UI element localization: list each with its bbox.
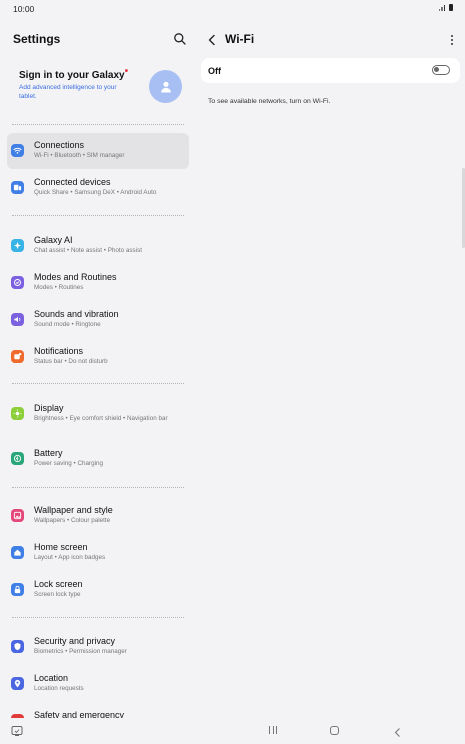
menu-item-label: Battery [34, 448, 63, 458]
menu-item-notifications[interactable]: Notifications Status bar • Do not distur… [7, 339, 189, 375]
menu-item-subtitle: Screen lock type [34, 591, 81, 598]
menu-item-subtitle: Biometrics • Permission manager [34, 648, 127, 655]
account-title: Sign in to your Galaxy• [19, 66, 129, 81]
home-screen-icon [11, 546, 24, 559]
divider [12, 124, 184, 125]
display-icon [11, 407, 24, 420]
wifi-header: Wi-Fi [206, 31, 456, 51]
menu-item-subtitle: Location requests [34, 685, 84, 692]
menu-item-subtitle: Brightness • Eye comfort shield • Naviga… [34, 415, 168, 422]
menu-item-label: Connected devices [34, 177, 111, 187]
divider [12, 487, 184, 488]
menu-item-subtitle: Modes • Routines [34, 284, 84, 291]
menu-item-subtitle: Sound mode • Ringtone [34, 321, 101, 328]
page-title: Settings [13, 32, 61, 46]
keyboard-icon [11, 726, 23, 736]
menu-item-subtitle: Layout • App icon badges [34, 554, 106, 561]
security-icon [11, 640, 24, 653]
divider [12, 617, 184, 618]
account-subtitle: Add advanced intelligence to your tablet… [19, 84, 117, 100]
menu-item-sounds-and-vibration[interactable]: Sounds and vibration Sound mode • Ringto… [7, 302, 189, 338]
status-time: 10:00 [13, 4, 35, 14]
menu-item-label: Display [34, 403, 64, 413]
menu-item-wallpaper-and-style[interactable]: Wallpaper and style Wallpapers • Colour … [7, 498, 189, 534]
menu-item-label: Lock screen [34, 579, 83, 589]
menu-item-label: Sounds and vibration [34, 309, 119, 319]
menu-item-label: Galaxy AI [34, 235, 73, 245]
keyboard-button[interactable] [11, 724, 23, 736]
wallpaper-icon [11, 509, 24, 522]
system-icons [438, 4, 453, 11]
galaxy-ai-icon [11, 239, 24, 252]
search-button[interactable] [172, 31, 188, 47]
notifications-icon [11, 350, 24, 363]
menu-item-label: Notifications [34, 346, 84, 356]
menu-item-home-screen[interactable]: Home screen Layout • App icon badges [7, 535, 189, 571]
wifi-toggle[interactable] [432, 65, 450, 75]
toggle-knob [434, 67, 439, 72]
menu-item-subtitle: Power saving • Charging [34, 460, 104, 467]
home-button[interactable] [330, 726, 339, 735]
battery-icon [11, 452, 24, 465]
wifi-state-label: Off [208, 66, 221, 76]
person-icon [160, 81, 171, 92]
menu-item-display[interactable]: Display Brightness • Eye comfort shield … [7, 396, 189, 432]
menu-item-label: Wallpaper and style [34, 505, 113, 515]
more-options-icon [451, 35, 453, 37]
nav-back-button[interactable] [393, 725, 402, 737]
menu-item-label: Safety and emergency [34, 710, 125, 718]
back-icon [394, 728, 400, 737]
menu-item-safety-and-emergency[interactable]: Safety and emergency [7, 703, 189, 718]
menu-item-location[interactable]: Location Location requests [7, 666, 189, 702]
divider [12, 215, 184, 216]
battery-status-icon [449, 4, 453, 11]
sound-icon [11, 313, 24, 326]
menu-item-label: Home screen [34, 542, 88, 552]
menu-item-label: Connections [34, 140, 85, 150]
more-options-button[interactable] [448, 33, 456, 47]
menu-item-battery[interactable]: Battery Power saving • Charging [7, 441, 189, 477]
divider [12, 383, 184, 384]
location-icon [11, 677, 24, 690]
menu-item-connections[interactable]: Connections Wi-Fi • Bluetooth • SIM mana… [7, 133, 189, 169]
search-icon [174, 33, 186, 45]
menu-item-subtitle: Wi-Fi • Bluetooth • SIM manager [34, 152, 125, 159]
menu-item-lock-screen[interactable]: Lock screen Screen lock type [7, 572, 189, 608]
status-bar: 10:00 [0, 0, 465, 18]
menu-item-label: Security and privacy [34, 636, 116, 646]
devices-icon [11, 181, 24, 194]
wifi-title: Wi-Fi [225, 32, 255, 46]
navigation-bar [0, 718, 465, 744]
menu-item-modes-and-routines[interactable]: Modes and Routines Modes • Routines [7, 265, 189, 301]
menu-item-label: Modes and Routines [34, 272, 117, 282]
modes-icon [11, 276, 24, 289]
menu-item-subtitle: Chat assist • Note assist • Photo assist [34, 247, 143, 254]
back-button[interactable] [206, 33, 218, 47]
menu-item-subtitle: Status bar • Do not disturb [34, 358, 108, 365]
wifi-off-hint: To see available networks, turn on Wi-Fi… [208, 98, 331, 105]
menu-item-connected-devices[interactable]: Connected devices Quick Share • Samsung … [7, 170, 189, 206]
chevron-left-icon [208, 34, 215, 46]
menu-item-galaxy-ai[interactable]: Galaxy AI Chat assist • Note assist • Ph… [7, 228, 189, 264]
wifi-detail-pane: Wi-Fi Off To see available networks, tur… [196, 18, 465, 718]
wifi-icon [11, 144, 24, 157]
settings-header: Settings [13, 31, 188, 51]
wifi-toggle-row[interactable]: Off [201, 58, 460, 83]
lock-icon [11, 583, 24, 596]
menu-item-subtitle: Quick Share • Samsung DeX • Android Auto [34, 189, 157, 196]
account-card[interactable]: Sign in to your Galaxy• Add advanced int… [7, 62, 189, 122]
menu-item-subtitle: Wallpapers • Colour palette [34, 517, 111, 524]
notification-dot: • [124, 66, 129, 77]
settings-list-pane: Settings Sign in to your Galaxy• Add adv… [0, 18, 196, 718]
avatar [149, 70, 182, 103]
menu-item-label: Location [34, 673, 69, 683]
signal-icon [438, 5, 445, 11]
recent-apps-button[interactable] [269, 726, 277, 734]
menu-item-security-and-privacy[interactable]: Security and privacy Biometrics • Permis… [7, 629, 189, 665]
